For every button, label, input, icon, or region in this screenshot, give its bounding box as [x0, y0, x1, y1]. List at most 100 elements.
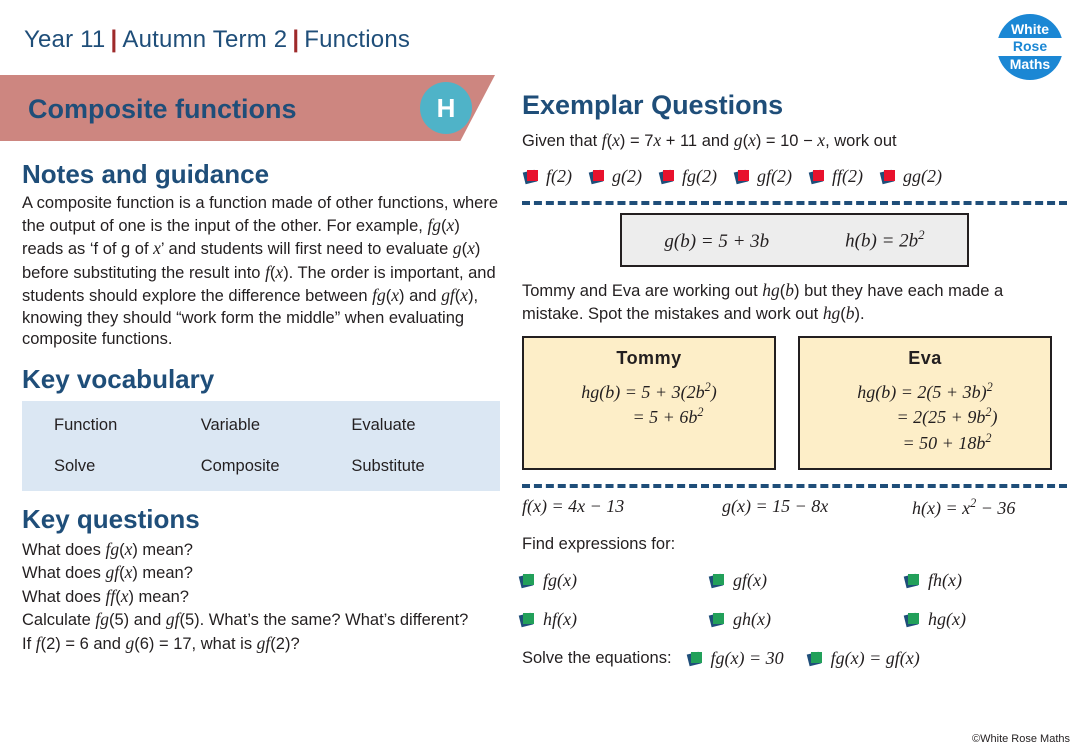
bullet-item[interactable]: ff(2): [808, 166, 863, 187]
vocabulary-row: Solve Composite Substitute: [22, 457, 500, 476]
key-question-item: What does fg(x) mean?: [22, 538, 193, 559]
expression-item[interactable]: hg(x): [903, 608, 966, 630]
bullet-item[interactable]: gf(2): [733, 166, 792, 187]
breadcrumb-separator-1: |: [110, 26, 118, 53]
logo-line-maths: Maths: [1009, 56, 1051, 72]
expression-label: hf(x): [543, 608, 577, 629]
section-divider-2: [522, 483, 1067, 488]
find-expressions-label: Find expressions for:: [522, 534, 676, 553]
definition-h: h(b) = 2b2: [845, 227, 925, 252]
left-column: Notes and guidance A composite function …: [22, 160, 500, 655]
key-question-item: What does ff(x) mean?: [22, 585, 189, 606]
green-square-bullet-icon: [686, 651, 703, 667]
eva-line-2: = 2(25 + 9b2): [896, 405, 998, 428]
expression-item[interactable]: gh(x): [708, 608, 907, 630]
question-one-bullets: f(2) g(2) fg(2) gf(2) ff(2) gg(2): [522, 166, 1067, 187]
green-square-bullet-icon: [708, 612, 725, 628]
key-question-item: What does gf(x) mean?: [22, 562, 193, 583]
green-square-bullet-icon: [903, 573, 920, 589]
breadcrumb-separator-2: |: [292, 26, 300, 53]
breadcrumb-year: Year 11: [24, 26, 106, 53]
expression-item[interactable]: fg(x): [518, 570, 712, 591]
function-definition-box: g(b) = 5 + 3b h(b) = 2b2: [620, 213, 969, 267]
copyright-notice: ©White Rose Maths: [972, 733, 1070, 745]
logo-line-white: White: [1010, 21, 1050, 37]
given-statement: Given that f(x) = 7x + 11 and g(x) = 10 …: [522, 130, 897, 150]
logo-line-rose: Rose: [1012, 38, 1048, 54]
vocab-term: Function: [54, 416, 118, 435]
bullet-label: gf(2): [757, 166, 792, 187]
red-square-bullet-icon: [658, 170, 675, 185]
solve-equations-row: Solve the equations: fg(x) = 30 fg(x) = …: [522, 648, 1067, 669]
expression-label: hg(x): [928, 608, 966, 629]
definition-g: g(b) = 5 + 3b: [664, 230, 770, 252]
student-answers: Tommy hg(b) = 5 + 3(2b2) = 5 + 6b2 Eva h…: [522, 335, 1067, 470]
vocab-term: Variable: [200, 416, 261, 435]
logo-band: Rose: [997, 38, 1063, 56]
expressions-row-2: hf(x) gh(x) hg(x): [518, 608, 1067, 630]
red-square-bullet-icon: [733, 170, 750, 185]
solve-item[interactable]: fg(x) = 30: [686, 647, 784, 669]
bullet-label: fg(2): [682, 166, 717, 187]
eva-line-1: hg(b) = 2(5 + 3b)2: [857, 379, 993, 402]
key-questions-heading: Key questions: [22, 504, 200, 535]
bullet-label: f(2): [546, 166, 572, 187]
function-definitions-row: f(x) = 4x − 13 g(x) = 15 − 8x h(x) = x2 …: [522, 496, 1067, 519]
expression-item[interactable]: gf(x): [708, 570, 907, 591]
function-f: f(x) = 4x − 13: [522, 495, 625, 516]
tier-badge-label: H: [436, 92, 456, 123]
function-h: h(x) = x2 − 36: [912, 495, 1016, 518]
key-question-item: If f(2) = 6 and g(6) = 17, what is gf(2)…: [22, 632, 300, 653]
tommy-working: hg(b) = 5 + 3(2b2) = 5 + 6b2: [536, 379, 762, 431]
expression-label: gh(x): [733, 608, 771, 629]
breadcrumb-term: Autumn Term 2: [122, 26, 288, 53]
key-question-item: Calculate fg(5) and gf(5). What’s the sa…: [22, 609, 469, 630]
eva-name: Eva: [908, 347, 942, 368]
function-g: g(x) = 15 − 8x: [722, 495, 829, 516]
right-column: Exemplar Questions Given that f(x) = 7x …: [518, 90, 1067, 669]
key-vocabulary-heading: Key vocabulary: [22, 363, 215, 394]
green-square-bullet-icon: [806, 651, 823, 667]
tommy-eva-prompt: Tommy and Eva are working out hg(b) but …: [522, 279, 1004, 324]
tommy-answer-card: Tommy hg(b) = 5 + 3(2b2) = 5 + 6b2: [522, 335, 776, 470]
green-square-bullet-icon: [518, 612, 535, 628]
solve-equation-label: fg(x) = 30: [710, 647, 784, 668]
expression-label: fh(x): [928, 569, 962, 590]
tier-badge-higher: H: [420, 82, 472, 134]
expressions-row-1: fg(x) gf(x) fh(x): [518, 569, 1067, 591]
solve-item[interactable]: fg(x) = gf(x): [806, 647, 920, 669]
bullet-item[interactable]: g(2): [588, 166, 642, 187]
expression-item[interactable]: hf(x): [518, 608, 712, 630]
breadcrumb-topic: Functions: [304, 26, 411, 53]
bullet-label: gg(2): [903, 166, 942, 187]
bullet-label: g(2): [612, 166, 642, 187]
green-square-bullet-icon: [708, 573, 725, 589]
green-square-bullet-icon: [518, 573, 535, 589]
red-square-bullet-icon: [808, 170, 825, 185]
page-title: Composite functions: [28, 94, 297, 124]
breadcrumb: Year 11 | Autumn Term 2 | Functions: [24, 26, 410, 54]
white-rose-maths-logo: White Rose Maths: [997, 14, 1063, 80]
vocab-term: Substitute: [351, 457, 425, 476]
bullet-item[interactable]: fg(2): [658, 166, 717, 187]
vocab-term: Solve: [54, 457, 96, 476]
key-questions-list: What does fg(x) mean? What does gf(x) me…: [22, 538, 500, 655]
bullet-label: ff(2): [832, 166, 863, 187]
notes-and-guidance-body: A composite function is a function made …: [22, 193, 499, 349]
eva-working: hg(b) = 2(5 + 3b)2 = 2(25 + 9b2) = 50 + …: [812, 379, 1038, 456]
vocab-term: Composite: [200, 457, 280, 476]
red-square-bullet-icon: [588, 170, 605, 185]
green-square-bullet-icon: [903, 612, 920, 628]
red-square-bullet-icon: [522, 170, 539, 185]
tommy-name: Tommy: [616, 347, 682, 368]
red-square-bullet-icon: [879, 170, 896, 185]
worksheet-page: Year 11 | Autumn Term 2 | Functions White Ro…: [0, 0, 1084, 750]
solve-equation-label: fg(x) = gf(x): [830, 647, 920, 668]
expression-item[interactable]: fh(x): [903, 569, 962, 591]
bullet-item[interactable]: f(2): [522, 166, 572, 187]
tommy-line-1: hg(b) = 5 + 3(2b2): [581, 379, 717, 402]
bullet-item[interactable]: gg(2): [879, 166, 942, 187]
key-vocabulary-table: Function Variable Evaluate Solve Composi…: [22, 401, 500, 492]
eva-answer-card: Eva hg(b) = 2(5 + 3b)2 = 2(25 + 9b2) = 5…: [798, 335, 1052, 470]
solve-label: Solve the equations:: [522, 648, 672, 667]
